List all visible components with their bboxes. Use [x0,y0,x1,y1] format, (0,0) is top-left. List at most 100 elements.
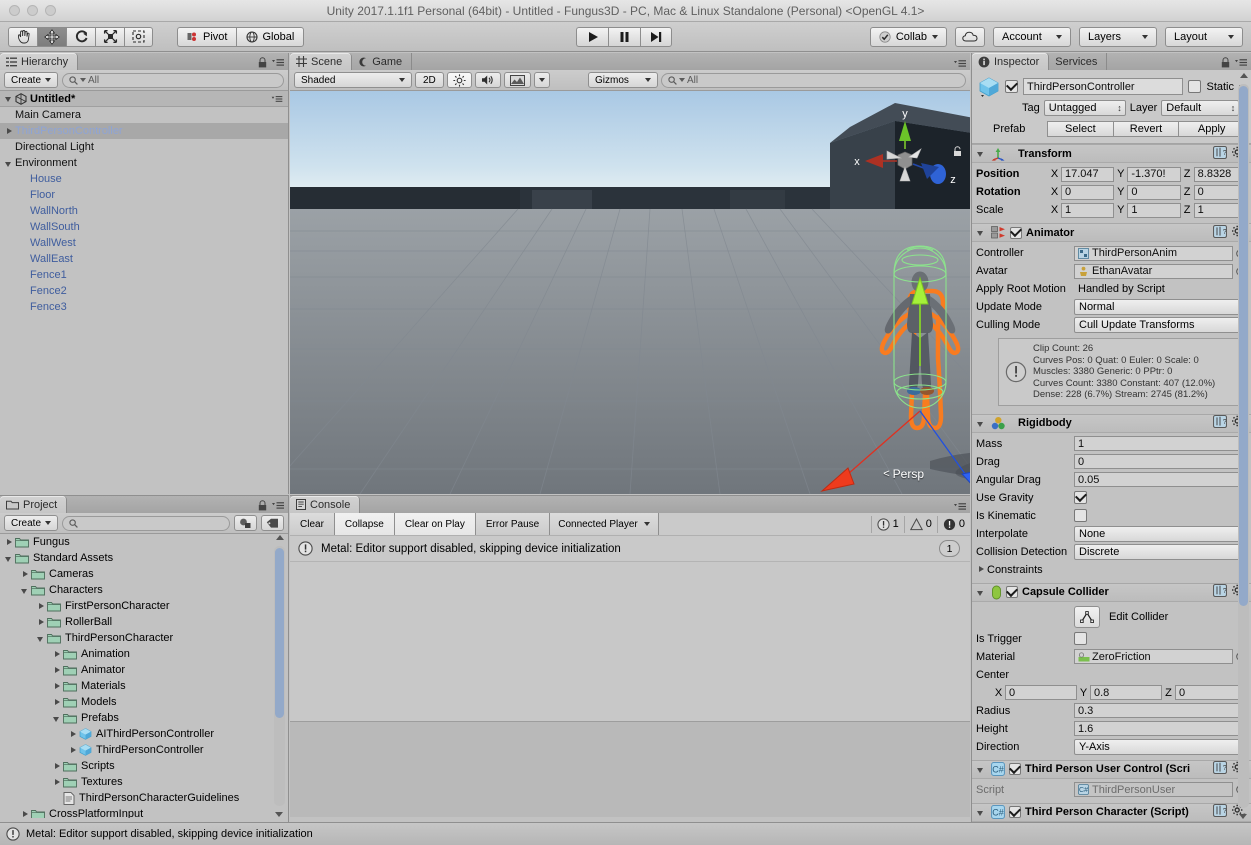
shading-mode-dropdown[interactable]: Shaded [294,72,412,88]
scene-audio-button[interactable] [474,72,501,88]
console-clear-on-play-button[interactable]: Clear on Play [394,513,476,535]
tab-services[interactable]: Services [1049,53,1108,70]
property-dropdown-culling-mode[interactable]: Cull Update Transforms [1074,317,1247,333]
project-foldout-arrow[interactable] [52,777,63,788]
component-header-capsule-collider[interactable]: Capsule Collider? [972,582,1251,602]
project-item-animation[interactable]: Animation [0,646,288,662]
project-foldout-arrow[interactable] [20,569,31,580]
scene-viewport[interactable]: y x z < Persp [290,91,970,494]
hierarchy-item-wallwest[interactable]: WallWest [0,235,288,251]
property-dropdown-interpolate[interactable]: None [1074,525,1247,542]
project-foldout-arrow[interactable] [20,585,31,596]
project-foldout-arrow[interactable] [52,713,63,724]
play-button[interactable] [576,26,608,47]
project-item-crossplatforminput[interactable]: CrossPlatformInput [0,806,288,818]
prefab-select-button[interactable]: Select [1047,121,1114,137]
prefab-revert-button[interactable]: Revert [1113,121,1180,137]
project-item-characters[interactable]: Characters [0,582,288,598]
project-item-firstpersoncharacter[interactable]: FirstPersonCharacter [0,598,288,614]
component-help-button[interactable]: ? [1213,761,1227,777]
tag-dropdown[interactable]: Untagged [1043,100,1126,116]
pause-button[interactable] [608,26,640,47]
panel-menu-icon[interactable] [954,59,966,68]
property-rotation-y[interactable]: 0 [1127,184,1181,200]
tab-game[interactable]: Game [352,53,413,70]
gameobject-name-field[interactable]: ThirdPersonController [1023,78,1184,95]
property-scale-x[interactable]: 1 [1061,202,1115,218]
property-dropdown-collision-detection[interactable]: Discrete [1074,543,1247,560]
pivot-button[interactable]: Pivot [177,26,237,47]
console-connected-player-dropdown[interactable]: Connected Player [550,513,659,535]
hierarchy-item-directional-light[interactable]: Directional Light [0,139,288,155]
scene-perspective-label[interactable]: < Persp [883,467,924,481]
component-header-animator[interactable]: Animator? [972,223,1251,242]
project-scroll-up-arrow[interactable] [275,535,284,540]
hierarchy-item-fence1[interactable]: Fence1 [0,267,288,283]
lock-icon[interactable] [1221,57,1230,68]
hierarchy-scene-row[interactable]: Untitled* [0,91,288,107]
hierarchy-item-fence2[interactable]: Fence2 [0,283,288,299]
project-foldout-arrow[interactable] [52,649,63,660]
scroll-up-arrow[interactable] [1239,73,1248,78]
prefab-apply-button[interactable]: Apply [1179,121,1246,137]
property-position-x[interactable]: 17.047 [1061,166,1115,182]
account-button[interactable]: Account [993,26,1071,47]
cloud-button[interactable] [955,26,985,47]
component-foldout-arrow[interactable] [976,227,987,238]
scene-lighting-button[interactable] [446,72,472,88]
project-item-fungus[interactable]: Fungus [0,534,288,550]
lock-icon[interactable] [258,500,267,511]
project-item-textures[interactable]: Textures [0,774,288,790]
property-object-script[interactable]: C# ThirdPersonUser [1074,782,1233,797]
project-foldout-arrow[interactable] [68,729,79,740]
panel-menu-icon[interactable] [954,502,966,511]
property-object-material[interactable]: ZeroFriction [1074,649,1233,664]
project-foldout-arrow[interactable] [20,809,31,819]
layout-button[interactable]: Layout [1165,26,1243,47]
hierarchy-item-floor[interactable]: Floor [0,187,288,203]
hierarchy-item-wallsouth[interactable]: WallSouth [0,219,288,235]
project-item-animator[interactable]: Animator [0,662,288,678]
project-foldout-arrow[interactable] [52,761,63,772]
foldout-arrow[interactable] [4,126,15,137]
property-rotation-x[interactable]: 0 [1061,184,1115,200]
component-help-button[interactable]: ? [1213,415,1227,431]
project-item-rollerball[interactable]: RollerBall [0,614,288,630]
scene-menu-icon[interactable] [271,95,283,103]
hierarchy-item-walleast[interactable]: WallEast [0,251,288,267]
rect-tool-button[interactable] [124,26,153,47]
hierarchy-item-main-camera[interactable]: Main Camera [0,107,288,123]
property-value-height[interactable]: 1.6 [1074,721,1247,736]
project-item-materials[interactable]: Materials [0,678,288,694]
hierarchy-item-wallnorth[interactable]: WallNorth [0,203,288,219]
foldout-arrow[interactable] [4,158,15,169]
scroll-down-arrow[interactable] [1239,814,1247,819]
hierarchy-item-house[interactable]: House [0,171,288,187]
project-item-thirdpersoncharacter[interactable]: ThirdPersonCharacter [0,630,288,646]
project-foldout-arrow[interactable] [4,553,15,564]
property-object-controller[interactable]: ThirdPersonAnim [1074,245,1233,261]
panel-menu-icon[interactable] [272,58,284,67]
component-help-button[interactable]: ? [1213,584,1227,600]
project-item-standard-assets[interactable]: Standard Assets [0,550,288,566]
project-item-thirdpersoncharacterguidelines[interactable]: ThirdPersonCharacterGuidelines [0,790,288,806]
console-error-pause-button[interactable]: Error Pause [475,513,551,535]
scene-foldout-arrow[interactable] [4,93,15,104]
console-message-row[interactable]: Metal: Editor support disabled, skipping… [290,536,970,562]
panel-menu-icon[interactable] [272,501,284,510]
project-create-button[interactable]: Create [4,515,59,531]
tab-hierarchy[interactable]: Hierarchy [0,53,79,70]
property-value-radius[interactable]: 0.3 [1074,703,1247,718]
tab-console[interactable]: Console [290,496,361,513]
console-warning-count[interactable]: 0 [903,515,937,533]
component-enabled-checkbox[interactable] [1006,586,1018,598]
project-item-aithirdpersoncontroller[interactable]: AIThirdPersonController [0,726,288,742]
layers-button[interactable]: Layers [1079,26,1157,47]
scrollbar-thumb[interactable] [1239,86,1248,606]
component-foldout-arrow[interactable] [976,807,987,818]
project-item-prefabs[interactable]: Prefabs [0,710,288,726]
status-bar[interactable]: Metal: Editor support disabled, skipping… [0,822,1251,845]
hand-tool-button[interactable] [8,26,37,47]
project-scrollbar[interactable] [273,534,286,818]
scene-effects-button[interactable] [503,72,531,88]
